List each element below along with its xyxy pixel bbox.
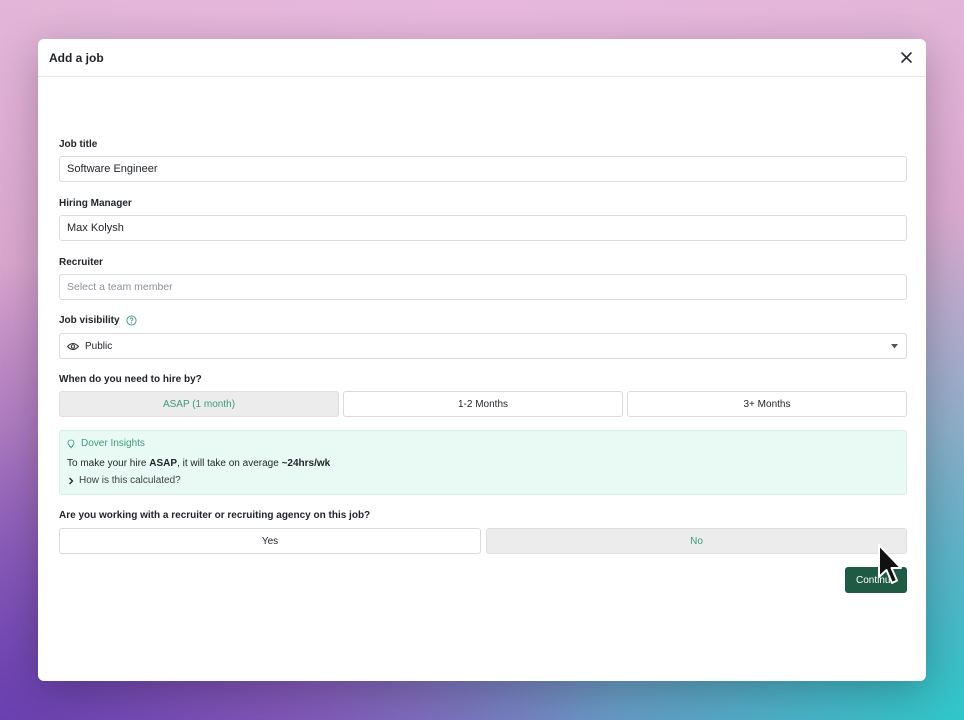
modal-header: Add a job bbox=[38, 39, 926, 77]
hiring-manager-label-text: Hiring Manager bbox=[59, 198, 132, 209]
how-calculated-toggle[interactable]: How is this calculated? bbox=[67, 475, 899, 486]
recruiter-select[interactable]: Select a team member bbox=[59, 274, 907, 300]
recruiter-label: Recruiter bbox=[59, 257, 103, 268]
add-job-modal: Add a job Job title Software Engineer Hi… bbox=[38, 39, 926, 681]
hiring-manager-label: Hiring Manager bbox=[59, 198, 132, 209]
agency-option-no[interactable]: No bbox=[486, 528, 907, 554]
agency-label: Are you working with a recruiter or recr… bbox=[59, 510, 370, 521]
agency-option-label: No bbox=[690, 535, 703, 547]
hire-by-label: When do you need to hire by? bbox=[59, 374, 202, 385]
agency-option-label: Yes bbox=[261, 535, 279, 547]
hire-by-option-label: 1-2 Months bbox=[457, 398, 509, 410]
mouse-pointer-icon bbox=[878, 544, 902, 584]
insights-text-asap: ASAP bbox=[149, 458, 178, 469]
modal-title: Add a job bbox=[49, 50, 104, 65]
hiring-manager-input[interactable]: Max Kolysh bbox=[59, 215, 907, 241]
hire-by-option-asap[interactable]: ASAP (1 month) bbox=[59, 391, 339, 417]
chevron-right-icon bbox=[69, 477, 74, 484]
recruiter-label-text: Recruiter bbox=[59, 257, 103, 268]
insights-text-prefix: To make your hire bbox=[67, 458, 150, 469]
agency-option-yes[interactable]: Yes bbox=[59, 528, 481, 554]
job-visibility-label: Job visibility bbox=[59, 315, 137, 326]
job-visibility-select[interactable]: Public bbox=[59, 333, 907, 359]
hire-by-option-1-2-months[interactable]: 1-2 Months bbox=[343, 391, 623, 417]
eye-icon bbox=[67, 342, 79, 351]
insights-text-hours: ~24hrs/wk bbox=[281, 458, 331, 469]
lightbulb-icon bbox=[67, 439, 75, 448]
insights-text-middle: , it will take on average bbox=[177, 458, 282, 469]
close-button[interactable] bbox=[897, 49, 915, 67]
job-title-label: Job title bbox=[59, 139, 97, 150]
help-circle-icon[interactable] bbox=[126, 315, 137, 326]
recruiter-placeholder: Select a team member bbox=[67, 281, 173, 293]
insights-text: To make your hire ASAP, it will take on … bbox=[67, 458, 899, 469]
caret-down-icon bbox=[891, 344, 898, 349]
job-title-label-text: Job title bbox=[59, 139, 98, 150]
job-visibility-value: Public bbox=[85, 340, 113, 352]
hire-by-option-label: ASAP (1 month) bbox=[162, 398, 236, 410]
hiring-manager-value: Max Kolysh bbox=[67, 222, 124, 234]
insights-title: Dover Insights bbox=[67, 438, 899, 449]
close-icon bbox=[900, 52, 912, 63]
hire-by-option-label: 3+ Months bbox=[743, 398, 791, 410]
job-title-value: Software Engineer bbox=[67, 163, 158, 175]
job-visibility-label-text: Job visibility bbox=[59, 315, 120, 326]
insights-title-text: Dover Insights bbox=[81, 438, 145, 449]
how-calculated-text: How is this calculated? bbox=[79, 475, 181, 486]
dover-insights-panel: Dover Insights To make your hire ASAP, i… bbox=[59, 430, 907, 495]
hire-by-label-text: When do you need to hire by? bbox=[59, 374, 202, 385]
agency-label-text: Are you working with a recruiter or recr… bbox=[59, 510, 371, 521]
job-title-input[interactable]: Software Engineer bbox=[59, 156, 907, 182]
hire-by-option-3-plus-months[interactable]: 3+ Months bbox=[627, 391, 907, 417]
